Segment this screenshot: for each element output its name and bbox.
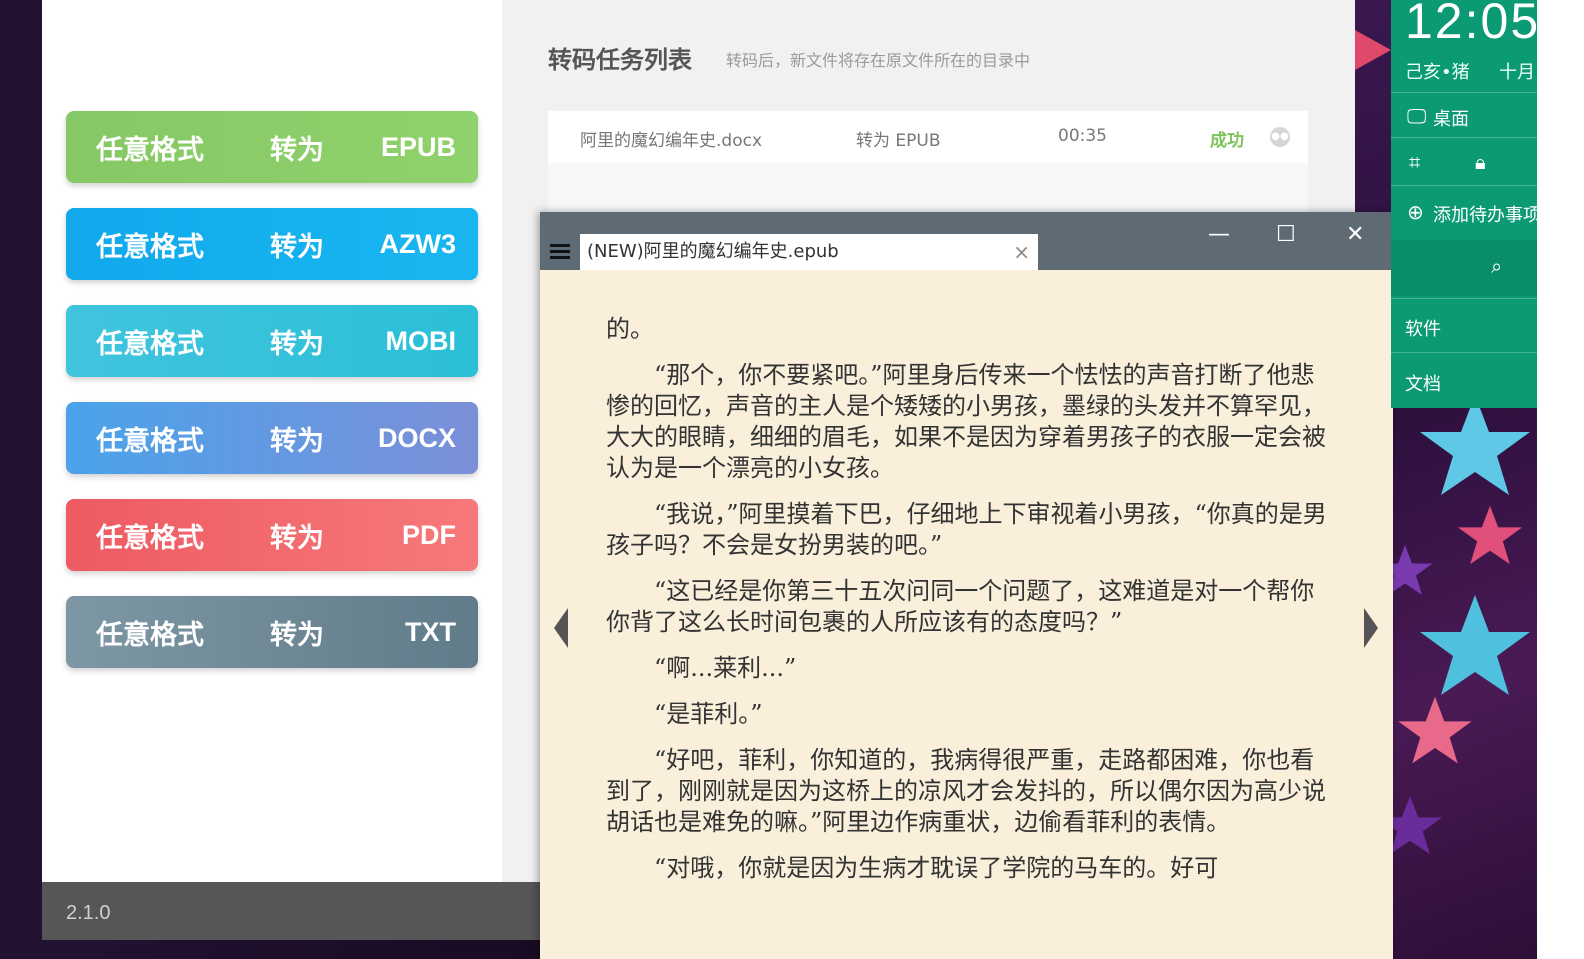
- convert-to-txt-button[interactable]: 任意格式 转为 TXT: [66, 596, 478, 668]
- reader-tab-title: (NEW)阿里的魔幻编年史.epub: [587, 241, 839, 262]
- button-convert-label: 转为: [270, 619, 324, 651]
- add-todo-link[interactable]: 添加待办事项: [1433, 201, 1537, 227]
- task-status: 成功: [1210, 131, 1244, 151]
- paragraph: “是菲利。”: [606, 700, 763, 728]
- star-icon: [1420, 595, 1530, 695]
- clock: 12:05: [1405, 0, 1537, 49]
- minimize-icon[interactable]: —: [1208, 222, 1230, 247]
- convert-to-pdf-button[interactable]: 任意格式 转为 PDF: [66, 499, 478, 571]
- button-format-label: PDF: [402, 519, 456, 550]
- reader-tab[interactable]: (NEW)阿里的魔幻编年史.epub ×: [580, 234, 1038, 270]
- documents-category[interactable]: 文档: [1405, 370, 1441, 396]
- divider: [1391, 92, 1537, 93]
- add-icon[interactable]: ⊕: [1407, 200, 1424, 224]
- format-button-panel: 任意格式 转为 EPUB 任意格式 转为 AZW3 任意格式 转为 MOBI 任…: [42, 0, 502, 882]
- version-label: 2.1.0: [66, 902, 111, 924]
- paragraph: “那个，你不要紧吧。”阿里身后传来一个怯怯的声音打断了他悲惨的回忆，声音的主人是…: [606, 361, 1326, 482]
- button-format-label: DOCX: [377, 422, 456, 453]
- button-any-format-label: 任意格式: [96, 425, 204, 457]
- book-content: 的。 “那个，你不要紧吧。”阿里身后传来一个怯怯的声音打断了他悲惨的回忆，声音的…: [606, 314, 1331, 899]
- maximize-icon[interactable]: ☐: [1276, 222, 1296, 247]
- tab-close-icon[interactable]: ×: [1013, 234, 1030, 270]
- button-convert-label: 转为: [270, 231, 324, 263]
- reader-title-bar: (NEW)阿里的魔幻编年史.epub × — ☐ ✕: [540, 212, 1393, 270]
- software-category[interactable]: 软件: [1405, 315, 1441, 341]
- convert-to-docx-button[interactable]: 任意格式 转为 DOCX: [66, 402, 478, 474]
- divider: [1391, 137, 1537, 138]
- desktop-sidebar-widget: 12:05 己亥•猪 十月 🖵 桌面 ⌗ 🔒︎ ⊕ 添加待办事项 ⌕ 软件 文档: [1391, 0, 1537, 408]
- button-format-label: TXT: [405, 616, 456, 647]
- task-target-format: 转为 EPUB: [856, 131, 941, 151]
- task-list-title: 转码任务列表: [548, 46, 692, 74]
- task-file-name: 阿里的魔幻编年史.docx: [580, 131, 763, 151]
- button-any-format-label: 任意格式: [96, 134, 204, 166]
- crop-icon[interactable]: ⌗: [1409, 150, 1420, 174]
- previous-page-icon[interactable]: [554, 608, 568, 648]
- lock-icon[interactable]: 🔒︎: [1475, 150, 1486, 174]
- epub-reader-window: (NEW)阿里的魔幻编年史.epub × — ☐ ✕ 的。 “那个，你不要紧吧。…: [540, 212, 1393, 959]
- button-format-label: EPUB: [380, 131, 456, 162]
- button-convert-label: 转为: [270, 522, 324, 554]
- button-convert-label: 转为: [270, 134, 324, 166]
- button-format-label: MOBI: [385, 325, 457, 356]
- star-icon: [1457, 505, 1523, 565]
- button-any-format-label: 任意格式: [96, 231, 204, 263]
- paragraph: “好吧，菲利，你知道的，我病得很严重，走路都困难，你也看到了，刚刚就是因为这桥上…: [606, 746, 1326, 836]
- star-icon: [1355, 30, 1391, 70]
- monitor-icon: 🖵: [1407, 104, 1427, 128]
- divider: [1391, 185, 1537, 186]
- star-icon: [1398, 696, 1472, 764]
- divider: [1391, 298, 1537, 299]
- convert-to-epub-button[interactable]: 任意格式 转为 EPUB: [66, 111, 478, 183]
- paragraph: “对哦，你就是因为生病才耽误了学院的马车的。好可: [606, 854, 1219, 882]
- search-icon[interactable]: ⌕: [1491, 254, 1502, 278]
- paragraph: “我说，”阿里摸着下巴，仔细地上下审视着小男孩，“你真的是男孩子吗？不会是女扮男…: [606, 500, 1327, 559]
- task-list-hint: 转码后，新文件将存在原文件所在的目录中: [726, 51, 1031, 70]
- button-any-format-label: 任意格式: [96, 619, 204, 651]
- button-any-format-label: 任意格式: [96, 522, 204, 554]
- lunar-date: 己亥•猪: [1405, 62, 1470, 83]
- convert-to-azw3-button[interactable]: 任意格式 转为 AZW3: [66, 208, 478, 280]
- button-format-label: AZW3: [379, 228, 457, 259]
- close-icon[interactable]: ✕: [1346, 222, 1364, 247]
- hamburger-menu-icon[interactable]: [550, 244, 570, 260]
- paragraph: “这已经是你第三十五次问同一个问题了，这难道是对一个帮你你背了这么长时间包裹的人…: [606, 577, 1315, 636]
- paragraph: “啊...莱利...”: [606, 654, 797, 682]
- task-duration: 00:35: [1058, 126, 1107, 146]
- button-convert-label: 转为: [270, 328, 324, 360]
- button-any-format-label: 任意格式: [96, 328, 204, 360]
- open-folder-icon[interactable]: ●●: [1270, 127, 1290, 147]
- task-row[interactable]: 阿里的魔幻编年史.docx 转为 EPUB 00:35 成功 ●●: [548, 111, 1308, 163]
- desktop-link[interactable]: 桌面: [1433, 105, 1469, 131]
- convert-to-mobi-button[interactable]: 任意格式 转为 MOBI: [66, 305, 478, 377]
- button-convert-label: 转为: [270, 425, 324, 457]
- screen-edge: [1537, 0, 1584, 959]
- search-row: ⌕: [1391, 240, 1537, 296]
- paragraph: 的。: [606, 315, 654, 343]
- next-page-icon[interactable]: [1364, 608, 1378, 648]
- month-label: 十月: [1499, 62, 1535, 83]
- divider: [1391, 352, 1537, 353]
